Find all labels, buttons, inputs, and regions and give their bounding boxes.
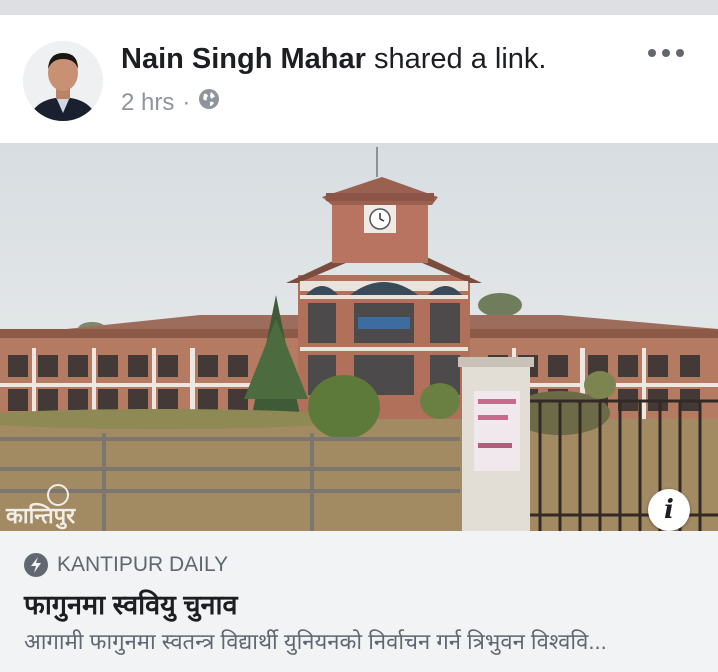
- post-header: Nain Singh Mahar shared a link. 2 hrs ·: [0, 15, 718, 143]
- post-action: shared a link.: [373, 43, 547, 75]
- link-title[interactable]: फागुनमा स्ववियु चुनाव: [24, 585, 237, 622]
- link-source-label: KANTIPUR DAILY: [57, 553, 229, 576]
- link-preview-image[interactable]: कान्तिपुर: [0, 143, 718, 531]
- more-dot: [662, 49, 670, 57]
- meta-separator: ·: [182, 88, 191, 116]
- globe-icon[interactable]: [198, 88, 220, 117]
- more-options-icon[interactable]: [648, 45, 684, 61]
- lightning-bolt-icon: [24, 553, 48, 577]
- post-card: Nain Singh Mahar shared a link. 2 hrs ·: [0, 15, 718, 672]
- svg-text:कान्तिपुर: कान्तिपुर: [5, 502, 76, 530]
- post-meta: 2 hrs ·: [121, 88, 220, 117]
- info-icon[interactable]: i: [648, 489, 690, 531]
- link-description: आगामी फागुनमा स्वतन्त्र विद्यार्थी युनिय…: [24, 629, 607, 654]
- more-dot: [648, 49, 656, 57]
- link-preview-details[interactable]: KANTIPUR DAILY फागुनमा स्ववियु चुनाव आगा…: [0, 531, 718, 672]
- post-timestamp[interactable]: 2 hrs: [121, 89, 174, 117]
- avatar[interactable]: [23, 41, 103, 121]
- post-title-line: Nain Singh Mahar shared a link.: [121, 43, 546, 76]
- author-name[interactable]: Nain Singh Mahar: [121, 43, 366, 75]
- more-dot: [676, 49, 684, 57]
- link-source: KANTIPUR DAILY: [24, 553, 228, 577]
